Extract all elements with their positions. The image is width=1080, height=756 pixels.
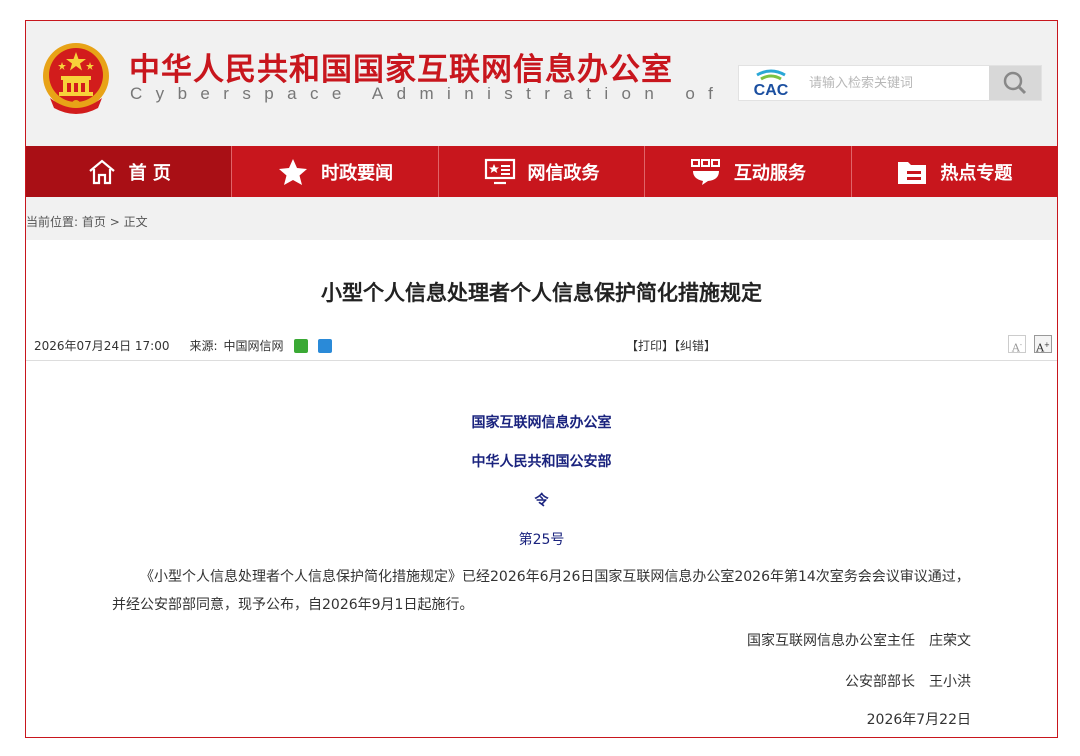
font-decrease-button[interactable]: A- bbox=[1008, 335, 1026, 355]
star-icon bbox=[279, 158, 308, 185]
monitor-icon bbox=[484, 158, 515, 184]
issuer-cac: 国家互联网信息办公室 bbox=[471, 415, 612, 431]
chat-icon bbox=[690, 158, 720, 185]
nav-label-service: 互动服务 bbox=[733, 162, 806, 184]
breadcrumb: 当前位置: 首页 > 正文 bbox=[26, 197, 1057, 240]
national-emblem-icon[interactable] bbox=[42, 42, 110, 114]
nav-item-news[interactable]: 时政要闻 bbox=[232, 146, 439, 197]
font-decrease-label: A bbox=[1011, 341, 1020, 355]
home-icon bbox=[88, 159, 115, 184]
search-input[interactable] bbox=[803, 68, 985, 98]
signature-mps: 公安部部长 王小洪 bbox=[845, 674, 971, 690]
font-increase-label: A bbox=[1036, 341, 1045, 355]
signature-cac: 国家互联网信息办公室主任 庄荣文 bbox=[747, 633, 971, 649]
article-title: 小型个人信息处理者个人信息保护简化措施规定 bbox=[321, 281, 762, 305]
nav-label-news: 时政要闻 bbox=[321, 162, 394, 184]
folder-icon bbox=[898, 161, 927, 184]
order-label: 令 bbox=[534, 493, 549, 509]
correct-link[interactable]: 【纠错】 bbox=[674, 339, 716, 353]
print-link[interactable]: 【打印】 bbox=[626, 339, 674, 353]
nav-label-gov: 网信政务 bbox=[527, 162, 600, 184]
search-box: CAC bbox=[738, 65, 1042, 101]
order-number: 第25号 bbox=[518, 532, 565, 548]
font-increase-button[interactable]: A+ bbox=[1034, 335, 1052, 355]
search-button[interactable] bbox=[989, 66, 1041, 100]
site-header: 中华人民共和国国家互联网信息办公室 Cyberspace Administrat… bbox=[26, 21, 1057, 146]
nav-label-topics: 热点专题 bbox=[940, 162, 1013, 184]
main-nav: 首 页 时政要闻 网信政务 互动服务 热点专题 bbox=[26, 146, 1057, 197]
breadcrumb-separator: > bbox=[109, 215, 120, 229]
search-icon bbox=[1003, 71, 1027, 95]
breadcrumb-prefix: 当前位置: bbox=[26, 215, 79, 229]
wechat-share-icon[interactable] bbox=[293, 338, 308, 353]
nav-label-home: 首 页 bbox=[128, 162, 171, 184]
source-label: 来源: bbox=[189, 339, 218, 353]
article-body: 《小型个人信息处理者个人信息保护简化措施规定》已经2026年6月26日国家互联网… bbox=[112, 569, 970, 613]
publish-date: 2026年07月24日 17:00 bbox=[34, 339, 170, 353]
cac-logo-text: CAC bbox=[754, 82, 789, 99]
article-meta: 2026年07月24日 17:00 来源: 中国网信网 【打印】【纠错】 A- … bbox=[26, 326, 1057, 361]
cac-logo: CAC bbox=[754, 69, 789, 99]
nav-item-home[interactable]: 首 页 bbox=[26, 146, 233, 197]
nav-item-gov[interactable]: 网信政务 bbox=[439, 146, 646, 197]
breadcrumb-home-link[interactable]: 首页 bbox=[82, 215, 106, 229]
page-frame: 中华人民共和国国家互联网信息办公室 Cyberspace Administrat… bbox=[25, 20, 1058, 738]
qzone-share-icon[interactable] bbox=[317, 338, 332, 353]
breadcrumb-current: 正文 bbox=[123, 215, 148, 229]
signature-date: 2026年7月22日 bbox=[866, 712, 971, 728]
source-name: 中国网信网 bbox=[223, 339, 284, 353]
site-title: 中华人民共和国国家互联网信息办公室 bbox=[129, 52, 673, 88]
issuer-mps: 中华人民共和国公安部 bbox=[471, 454, 612, 470]
nav-item-topics[interactable]: 热点专题 bbox=[852, 146, 1057, 197]
nav-item-service[interactable]: 互动服务 bbox=[645, 146, 852, 197]
